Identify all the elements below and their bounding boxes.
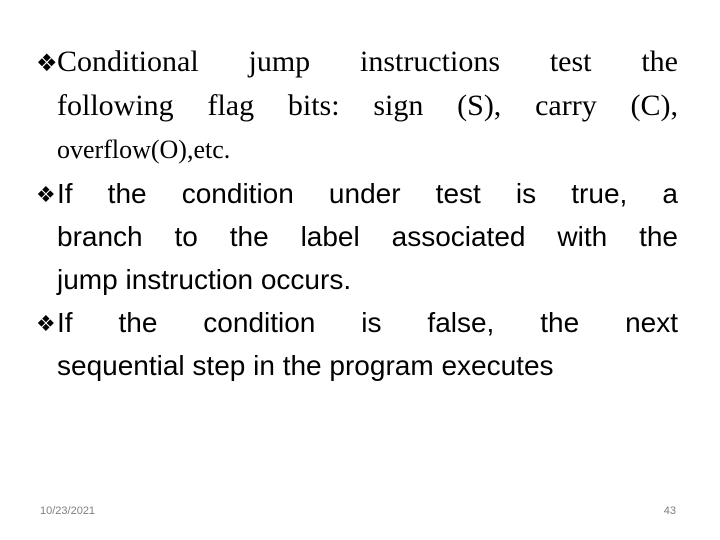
slide-body: ❖ Conditional jump instructions test the… [36,40,678,387]
bullet-1-line-2: following flag bits: sign (S), carry (C)… [57,89,678,122]
bullet-item-1: ❖ Conditional jump instructions test the… [36,40,678,172]
footer-date: 10/23/2021 [40,505,96,517]
diamond-bullet-icon: ❖ [36,312,56,337]
diamond-bullet-icon: ❖ [36,183,56,208]
bullet-item-2: ❖ If the condition under test is true, a… [36,172,678,301]
bullet-2-line-2: branch to the label associated with the [57,221,678,252]
footer-page-number: 43 [663,505,676,517]
slide-footer: 10/23/2021 43 [0,505,720,527]
bullet-3-line-2: sequential step in the program executes [57,350,554,381]
slide-canvas: ❖ Conditional jump instructions test the… [0,0,720,540]
bullet-item-3: ❖ If the condition is false, the next se… [36,301,678,387]
bullet-1-line-1: Conditional jump instructions test the [57,45,678,78]
bullet-1-line-3: overflow(O),etc. [57,135,231,164]
bullet-3-line-1: If the condition is false, the next [57,307,678,338]
diamond-bullet-icon: ❖ [36,49,58,77]
bullet-2-line-3: jump instruction occurs. [57,264,352,295]
bullet-2-line-1: If the condition under test is true, a [57,178,678,209]
